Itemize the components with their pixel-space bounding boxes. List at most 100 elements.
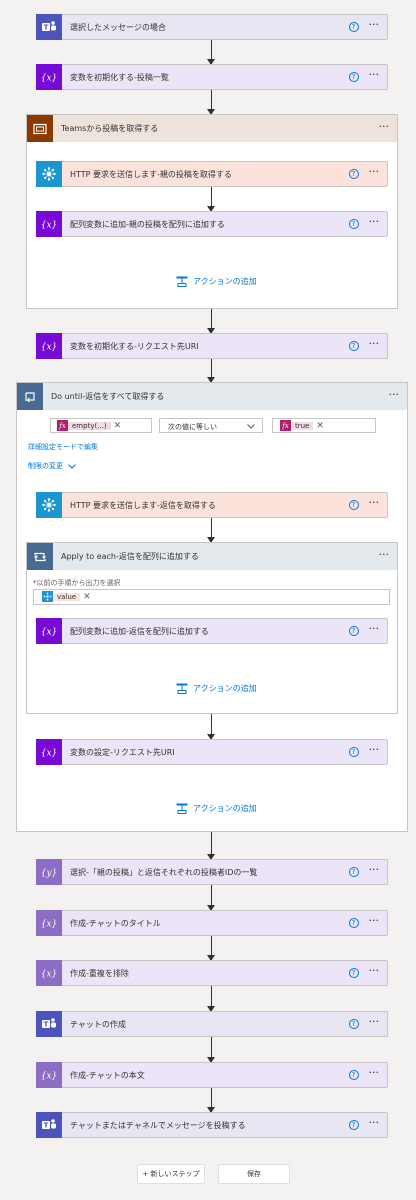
help-icon[interactable]: ? <box>348 22 359 32</box>
connector-arrow <box>207 986 215 1012</box>
step-post-message[interactable]: T チャットまたはチャネルでメッセージを投稿する ? ··· <box>36 1111 388 1138</box>
step-compose-chat-body[interactable]: {x} 作成-チャットの本文 ? ··· <box>36 1061 388 1088</box>
help-icon[interactable]: ? <box>348 1070 359 1080</box>
output-input[interactable]: value ✕ <box>33 589 390 605</box>
step-compose-chat-title[interactable]: {x} 作成-チャットのタイトル ? ··· <box>36 909 388 936</box>
step-title: チャットまたはチャネルでメッセージを投稿する <box>70 1120 246 1130</box>
add-action-link[interactable]: アクションの追加 <box>176 276 257 287</box>
step-title: 配列変数に追加-返信を配列に追加する <box>70 626 209 636</box>
step-selected-message[interactable]: T 選択したメッセージの場合 ? ··· <box>36 13 388 40</box>
more-options-icon[interactable]: ··· <box>369 338 380 351</box>
more-options-icon[interactable]: ··· <box>369 864 380 877</box>
add-action-icon <box>176 803 188 814</box>
save-button[interactable]: 保存 <box>218 1164 290 1184</box>
dynamic-content-token[interactable]: value ✕ <box>42 591 91 602</box>
advanced-mode-link[interactable]: 詳細設定モードで編集 <box>28 442 98 452</box>
add-action-link[interactable]: アクションの追加 <box>176 803 257 814</box>
help-icon[interactable]: ? <box>348 968 359 978</box>
do-until-header[interactable]: Do until-返信をすべて取得する ··· <box>17 383 407 410</box>
svg-text:T: T <box>44 1121 49 1129</box>
connector-arrow <box>207 1037 215 1063</box>
more-options-icon[interactable]: ··· <box>369 69 380 82</box>
chevron-down-icon <box>68 463 76 469</box>
step-append-replies[interactable]: {x} 配列変数に追加-返信を配列に追加する ? ··· <box>36 617 388 644</box>
variable-icon: {x} <box>36 332 62 359</box>
expression-token[interactable]: fx empty(...) ✕ <box>57 420 121 431</box>
help-icon[interactable]: ? <box>348 219 359 229</box>
more-options-icon[interactable]: ··· <box>369 965 380 978</box>
new-step-button[interactable]: + 新しいステップ <box>137 1164 205 1184</box>
step-select-ids[interactable]: {y} 選択-「親の投稿」と返信それぞれの投稿者IDの一覧 ? ··· <box>36 858 388 885</box>
svg-text:{x}: {x} <box>41 73 57 83</box>
output-field-label: *以前の手順から出力を選択 <box>33 578 121 588</box>
step-compose-dedupe[interactable]: {x} 作成-重複を排除 ? ··· <box>36 959 388 986</box>
http-icon <box>42 591 53 602</box>
fx-icon: fx <box>57 420 68 431</box>
step-http-replies[interactable]: HTTP 要求を送信します-返信を取得する ? ··· <box>36 491 388 518</box>
help-icon[interactable]: ? <box>348 72 359 82</box>
connector-arrow <box>207 1088 215 1113</box>
svg-text:{x}: {x} <box>41 969 57 979</box>
help-icon[interactable]: ? <box>348 500 359 510</box>
help-icon[interactable]: ? <box>348 1120 359 1130</box>
remove-token-icon[interactable]: ✕ <box>83 592 91 602</box>
remove-token-icon[interactable]: ✕ <box>114 421 122 431</box>
condition-right-field[interactable]: fx true ✕ <box>272 418 376 433</box>
remove-token-icon[interactable]: ✕ <box>316 421 324 431</box>
scope-header[interactable]: Teamsから投稿を取得する ··· <box>27 115 397 142</box>
help-icon[interactable]: ? <box>348 169 359 179</box>
token-label: empty(...) <box>68 421 111 430</box>
more-options-icon[interactable]: ··· <box>379 121 390 134</box>
help-icon[interactable]: ? <box>348 626 359 636</box>
http-icon <box>36 491 62 518</box>
change-limits-link[interactable]: 制限の変更 <box>28 461 76 471</box>
step-title: 変数を初期化する-投稿一覧 <box>70 72 169 82</box>
more-options-icon[interactable]: ··· <box>369 744 380 757</box>
step-init-request-uri[interactable]: {x} 変数を初期化する-リクエスト先URI ? ··· <box>36 332 388 359</box>
step-create-chat[interactable]: T チャットの作成 ? ··· <box>36 1010 388 1037</box>
more-options-icon[interactable]: ··· <box>369 216 380 229</box>
scope-icon <box>27 115 53 142</box>
help-icon[interactable]: ? <box>348 867 359 877</box>
more-options-icon[interactable]: ··· <box>369 19 380 32</box>
apply-to-each-header[interactable]: Apply to each-返信を配列に追加する ··· <box>27 543 397 570</box>
more-options-icon[interactable]: ··· <box>369 915 380 928</box>
more-options-icon[interactable]: ··· <box>369 497 380 510</box>
connector-arrow <box>207 832 215 860</box>
step-set-request-uri[interactable]: {x} 変数の設定-リクエスト先URI ? ··· <box>36 738 388 765</box>
teams-icon: T <box>36 1111 62 1138</box>
more-options-icon[interactable]: ··· <box>369 1016 380 1029</box>
operator-value: 次の値に等しい <box>168 423 217 431</box>
step-init-posts[interactable]: {x} 変数を初期化する-投稿一覧 ? ··· <box>36 63 388 90</box>
expression-token[interactable]: fx true ✕ <box>280 420 324 431</box>
more-options-icon[interactable]: ··· <box>369 166 380 179</box>
help-icon[interactable]: ? <box>348 1019 359 1029</box>
condition-left-field[interactable]: fx empty(...) ✕ <box>50 418 152 433</box>
step-title: チャットの作成 <box>70 1019 126 1029</box>
help-icon[interactable]: ? <box>348 747 359 757</box>
step-title: 選択したメッセージの場合 <box>70 22 166 32</box>
more-options-icon[interactable]: ··· <box>369 623 380 636</box>
more-options-icon[interactable]: ··· <box>369 1117 380 1130</box>
teams-icon: T <box>36 13 62 40</box>
add-action-link[interactable]: アクションの追加 <box>176 683 257 694</box>
http-icon <box>36 160 62 187</box>
help-icon[interactable]: ? <box>348 918 359 928</box>
step-title: 作成-重複を排除 <box>70 968 129 978</box>
token-label: true <box>291 421 314 430</box>
variable-icon: {x} <box>36 210 62 237</box>
svg-text:{x}: {x} <box>41 748 57 758</box>
more-options-icon[interactable]: ··· <box>379 549 390 562</box>
step-http-parent[interactable]: HTTP 要求を送信します-親の投稿を取得する ? ··· <box>36 160 388 187</box>
data-operation-icon: {x} <box>36 1061 62 1088</box>
step-append-parent[interactable]: {x} 配列変数に追加-親の投稿を配列に追加する ? ··· <box>36 210 388 237</box>
output-field-text: 以前の手順から出力を選択 <box>36 579 121 587</box>
connector-arrow <box>207 90 215 115</box>
svg-text:{x}: {x} <box>41 342 57 352</box>
teams-icon: T <box>36 1010 62 1037</box>
connector-arrow <box>207 714 215 740</box>
help-icon[interactable]: ? <box>348 341 359 351</box>
more-options-icon[interactable]: ··· <box>389 389 400 402</box>
condition-operator-select[interactable]: 次の値に等しい <box>159 418 263 433</box>
more-options-icon[interactable]: ··· <box>369 1067 380 1080</box>
